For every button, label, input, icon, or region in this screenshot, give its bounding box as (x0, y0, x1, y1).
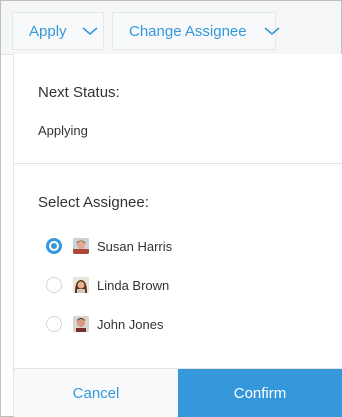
apply-label: Apply (29, 22, 67, 40)
next-status-heading: Next Status: (38, 84, 120, 101)
assignee-name: Susan Harris (97, 238, 173, 254)
next-status-value: Applying (38, 123, 88, 138)
radio-button[interactable] (46, 277, 62, 293)
status-assignee-panel: Next Status: Applying Select Assignee: S… (13, 54, 342, 417)
confirm-button[interactable]: Confirm (178, 369, 342, 417)
assignee-option-linda-brown[interactable]: Linda Brown (46, 274, 169, 296)
dialog-frame: Apply Change Assignee Next Status: Apply… (0, 0, 342, 417)
chevron-down-icon (81, 25, 99, 37)
assignee-option-susan-harris[interactable]: Susan Harris (46, 235, 172, 257)
change-assignee-dropdown-button[interactable]: Change Assignee (112, 12, 280, 50)
radio-button-selected[interactable] (46, 238, 62, 254)
chevron-down-icon (263, 25, 281, 37)
action-bar: Apply Change Assignee (1, 1, 341, 55)
change-assignee-label: Change Assignee (129, 22, 247, 40)
avatar-icon (73, 277, 89, 293)
radio-button[interactable] (46, 316, 62, 332)
divider (14, 163, 342, 164)
cancel-button[interactable]: Cancel (14, 369, 178, 417)
avatar-icon (73, 316, 89, 332)
dialog-footer: Cancel Confirm (14, 368, 342, 417)
apply-dropdown-button[interactable]: Apply (12, 12, 104, 50)
assignee-name: John Jones (97, 316, 164, 332)
assignee-name: Linda Brown (97, 277, 170, 293)
select-assignee-heading: Select Assignee: (38, 194, 149, 211)
assignee-option-john-jones[interactable]: John Jones (46, 313, 164, 335)
avatar-icon (73, 238, 89, 254)
